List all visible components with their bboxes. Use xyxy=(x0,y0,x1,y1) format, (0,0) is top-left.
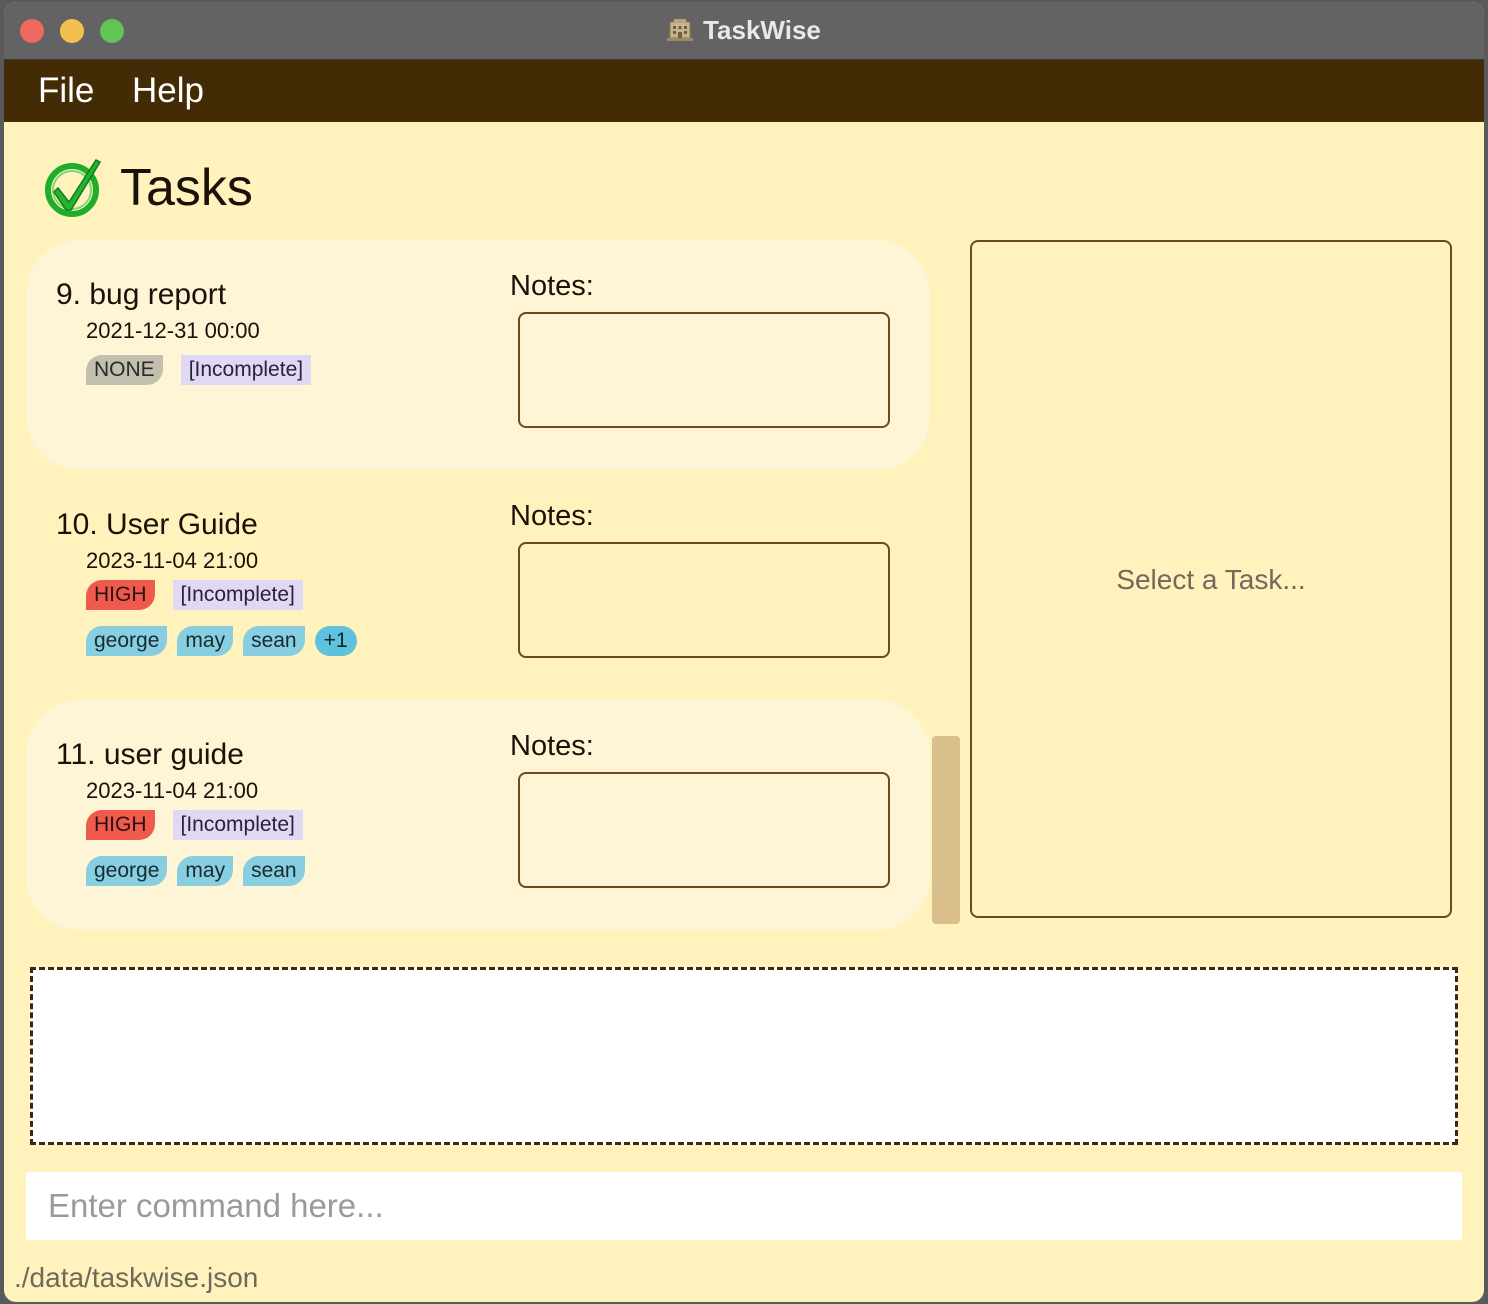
notes-label: Notes: xyxy=(510,500,594,532)
more-members-badge: +1 xyxy=(314,626,357,656)
member-tag: george xyxy=(86,626,168,656)
menu-file[interactable]: File xyxy=(38,70,94,112)
notes-field[interactable] xyxy=(518,542,890,658)
task-deadline: 2023-11-04 21:00 xyxy=(86,778,259,803)
task-deadline: 2023-11-04 21:00 xyxy=(86,548,259,573)
app-window: TaskWise File Help Tasks 9. bug report 2… xyxy=(4,2,1484,1302)
command-box xyxy=(26,1172,1462,1240)
member-tag: george xyxy=(86,856,168,886)
status-badge: [Incomplete] xyxy=(172,810,303,840)
save-location-status: ./data/taskwise.json xyxy=(14,1262,259,1293)
window-title: TaskWise xyxy=(703,15,821,45)
notes-label: Notes: xyxy=(510,730,594,762)
title-bar: TaskWise xyxy=(4,2,1484,60)
task-members: george may sean xyxy=(86,856,315,886)
task-tags: NONE [Incomplete] xyxy=(86,355,312,385)
result-display xyxy=(30,967,1458,1145)
notes-field[interactable] xyxy=(518,772,890,888)
menu-help[interactable]: Help xyxy=(132,70,204,112)
priority-badge: HIGH xyxy=(86,810,155,840)
detail-placeholder: Select a Task... xyxy=(1116,564,1306,595)
task-tags: HIGH [Incomplete] xyxy=(86,580,303,610)
notes-field[interactable] xyxy=(518,312,890,428)
member-tag: may xyxy=(177,626,234,656)
task-deadline: 2021-12-31 00:00 xyxy=(86,318,260,343)
member-tag: sean xyxy=(243,626,305,656)
task-detail-panel: Select a Task... xyxy=(970,240,1452,918)
task-title: 9. bug report xyxy=(56,278,227,311)
member-tag: sean xyxy=(243,856,305,886)
window-title-area: TaskWise xyxy=(4,14,1484,46)
priority-badge: NONE xyxy=(86,355,163,385)
task-card[interactable]: 11. user guide 2023-11-04 21:00 HIGH [In… xyxy=(26,700,930,930)
building-icon xyxy=(667,19,694,41)
task-card[interactable]: 9. bug report 2021-12-31 00:00 NONE [Inc… xyxy=(26,240,930,470)
command-input[interactable] xyxy=(26,1172,1462,1240)
menu-bar: File Help xyxy=(4,60,1484,122)
check-circle-icon xyxy=(45,159,102,217)
notes-label: Notes: xyxy=(510,270,594,302)
task-list-scrollbar[interactable] xyxy=(932,736,960,924)
tasks-heading: Tasks xyxy=(120,159,253,217)
priority-badge: HIGH xyxy=(86,580,155,610)
task-title: 11. user guide xyxy=(56,738,244,771)
status-badge: [Incomplete] xyxy=(180,355,312,385)
main-content: Tasks 9. bug report 2021-12-31 00:00 NON… xyxy=(4,122,1484,1302)
task-title: 10. User Guide xyxy=(56,508,258,541)
task-members: george may sean +1 xyxy=(86,626,375,656)
status-badge: [Incomplete] xyxy=(172,580,303,610)
task-card[interactable]: 10. User Guide 2023-11-04 21:00 HIGH [In… xyxy=(26,470,930,700)
member-tag: may xyxy=(177,856,234,886)
task-tags: HIGH [Incomplete] xyxy=(86,810,303,840)
